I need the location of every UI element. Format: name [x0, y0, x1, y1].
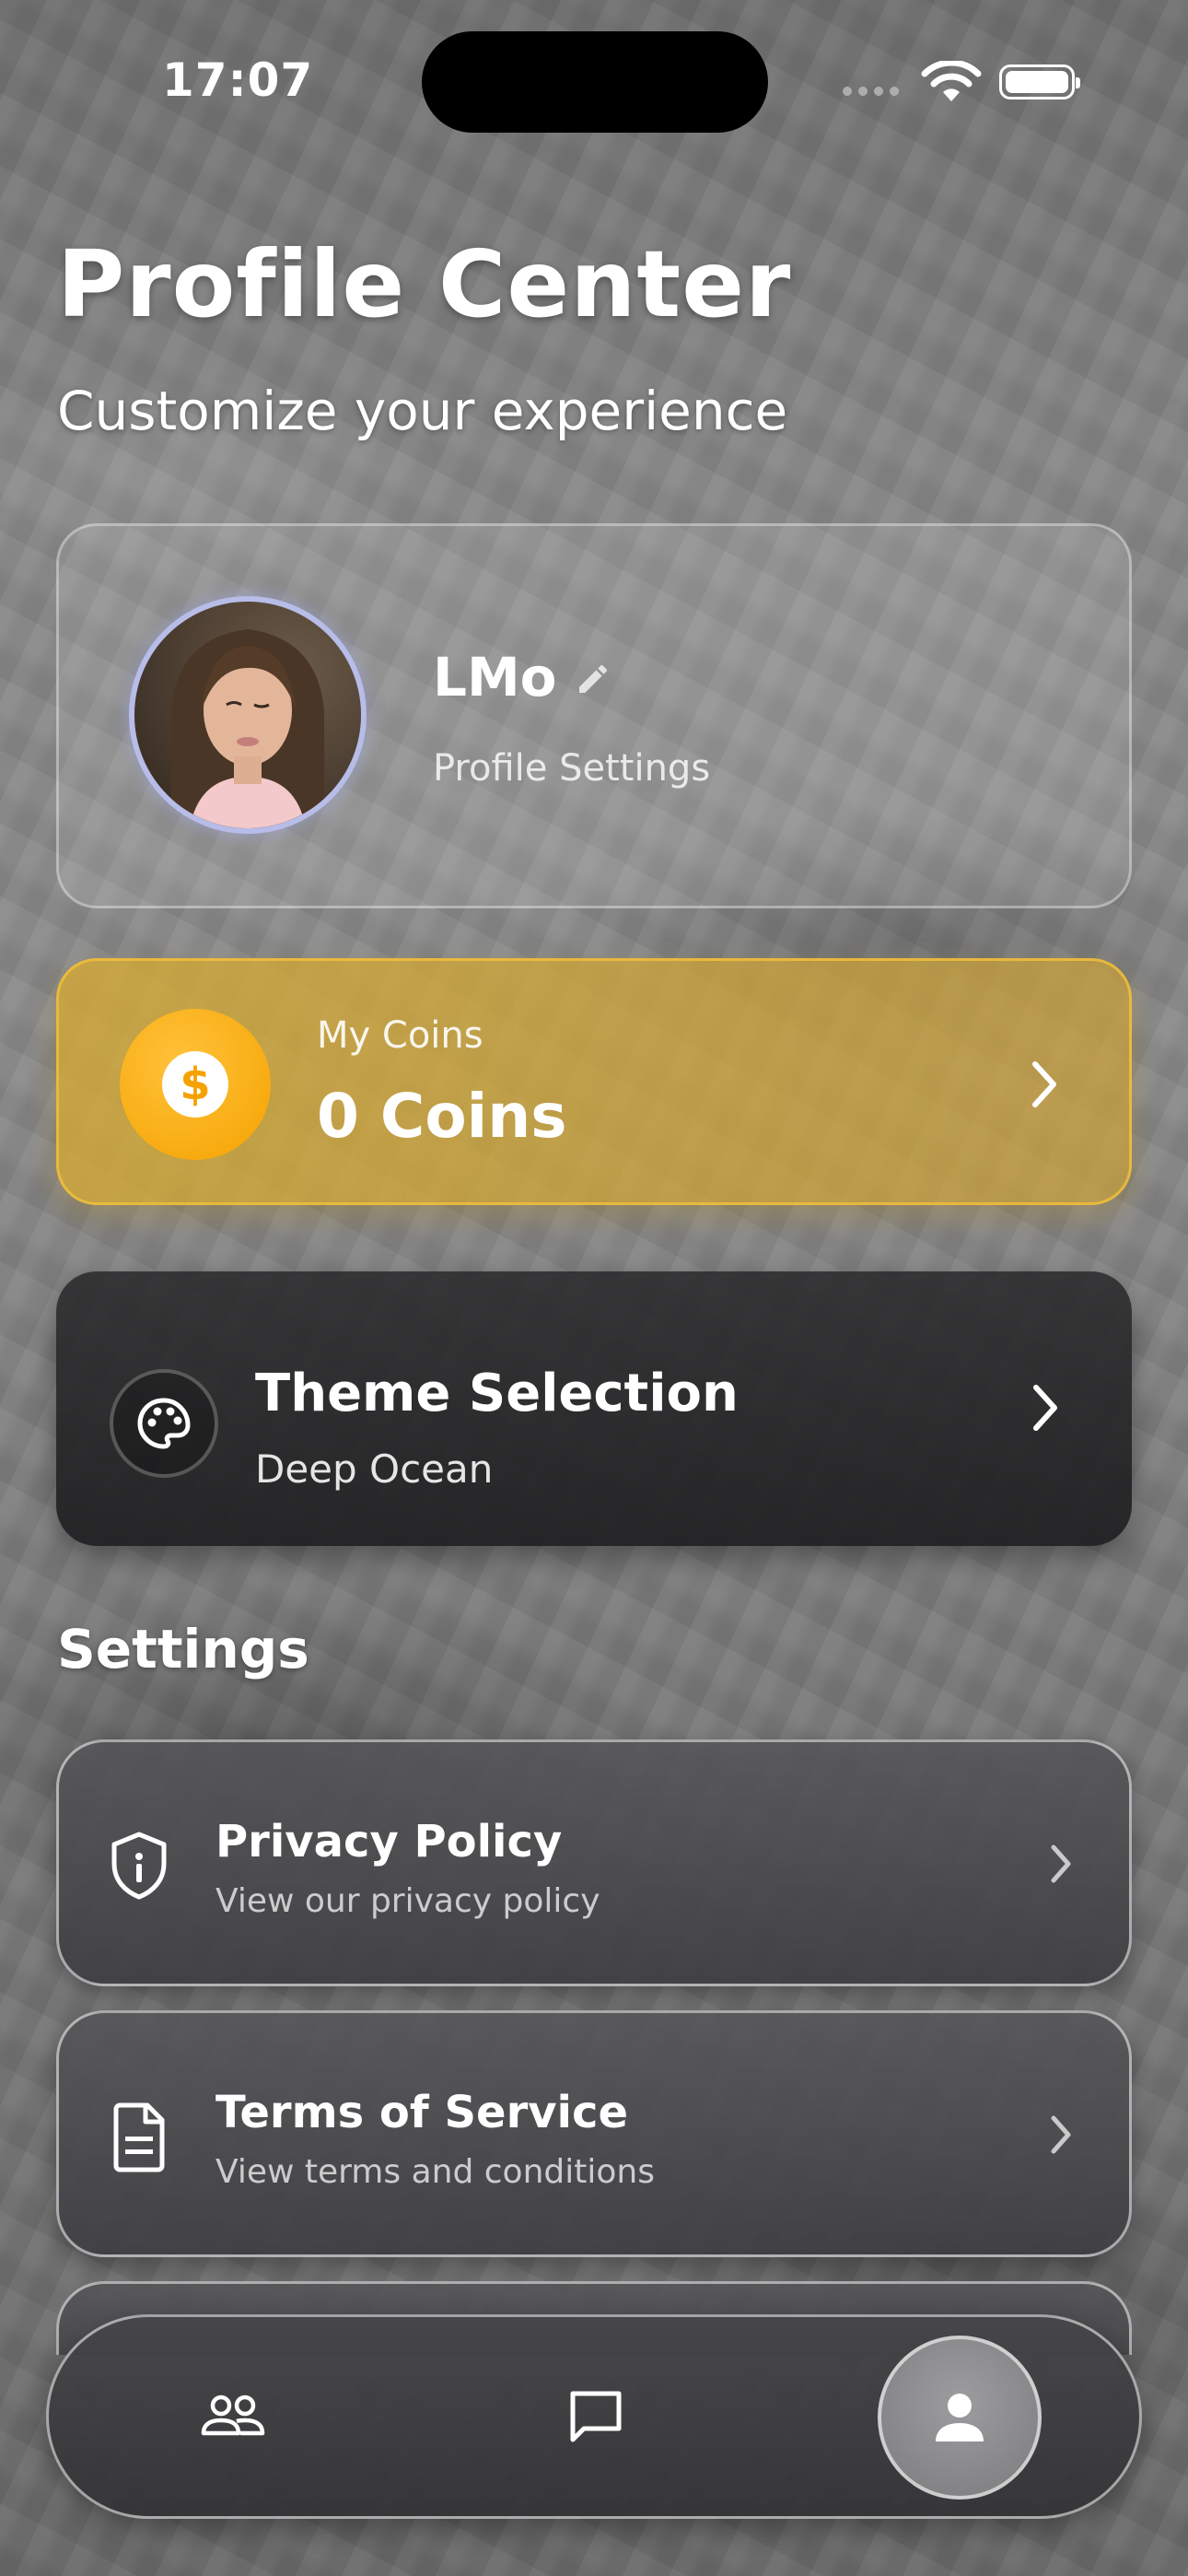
chat-icon [570, 2391, 622, 2442]
chevron-right-icon [1033, 1385, 1057, 1431]
person-icon [936, 2394, 984, 2441]
status-time: 17:07 [162, 53, 314, 107]
cellular-signal-icon [843, 87, 905, 96]
shield-info-icon [111, 1832, 167, 1900]
privacy-policy-subtitle: View our privacy policy [215, 1882, 600, 1920]
avatar[interactable] [129, 596, 367, 834]
theme-current-value: Deep Ocean [255, 1446, 494, 1492]
tab-profile[interactable] [878, 2336, 1042, 2500]
terms-of-service-row[interactable]: Terms of Service View terms and conditio… [56, 2010, 1132, 2257]
battery-icon [999, 64, 1080, 100]
avatar-photo [134, 602, 361, 828]
theme-selection-card[interactable]: Theme Selection Deep Ocean [56, 1271, 1132, 1546]
terms-of-service-subtitle: View terms and conditions [215, 2153, 655, 2191]
wifi-icon [921, 61, 982, 101]
theme-title: Theme Selection [255, 1364, 739, 1423]
dollar-symbol: $ [180, 1059, 210, 1110]
coins-balance: 0 Coins [317, 1081, 567, 1152]
chevron-right-icon [1051, 2115, 1071, 2154]
privacy-policy-row[interactable]: Privacy Policy View our privacy policy [56, 1739, 1132, 1986]
dynamic-island [422, 31, 768, 133]
terms-of-service-title: Terms of Service [215, 2087, 629, 2138]
coins-card[interactable]: $ My Coins 0 Coins [56, 958, 1132, 1205]
settings-section-title: Settings [57, 1618, 309, 1680]
coin-icon: $ [120, 1009, 271, 1160]
palette-icon [110, 1369, 218, 1478]
profile-name: LMo [433, 646, 557, 708]
profile-card[interactable]: LMo Profile Settings [56, 523, 1132, 908]
tab-messages[interactable] [531, 2317, 660, 2516]
edit-pencil-icon[interactable] [575, 661, 611, 697]
profile-settings-link[interactable]: Profile Settings [433, 747, 710, 790]
privacy-policy-title: Privacy Policy [215, 1816, 563, 1868]
tab-bar [46, 2314, 1142, 2519]
document-icon [113, 2102, 165, 2172]
chevron-right-icon [1051, 1844, 1071, 1883]
page-title: Profile Center [57, 230, 792, 338]
chevron-right-icon [1032, 1061, 1056, 1107]
tab-friends[interactable] [169, 2317, 297, 2516]
page-subtitle: Customize your experience [57, 380, 788, 442]
coins-label: My Coins [317, 1014, 483, 1057]
people-icon [201, 2395, 265, 2436]
